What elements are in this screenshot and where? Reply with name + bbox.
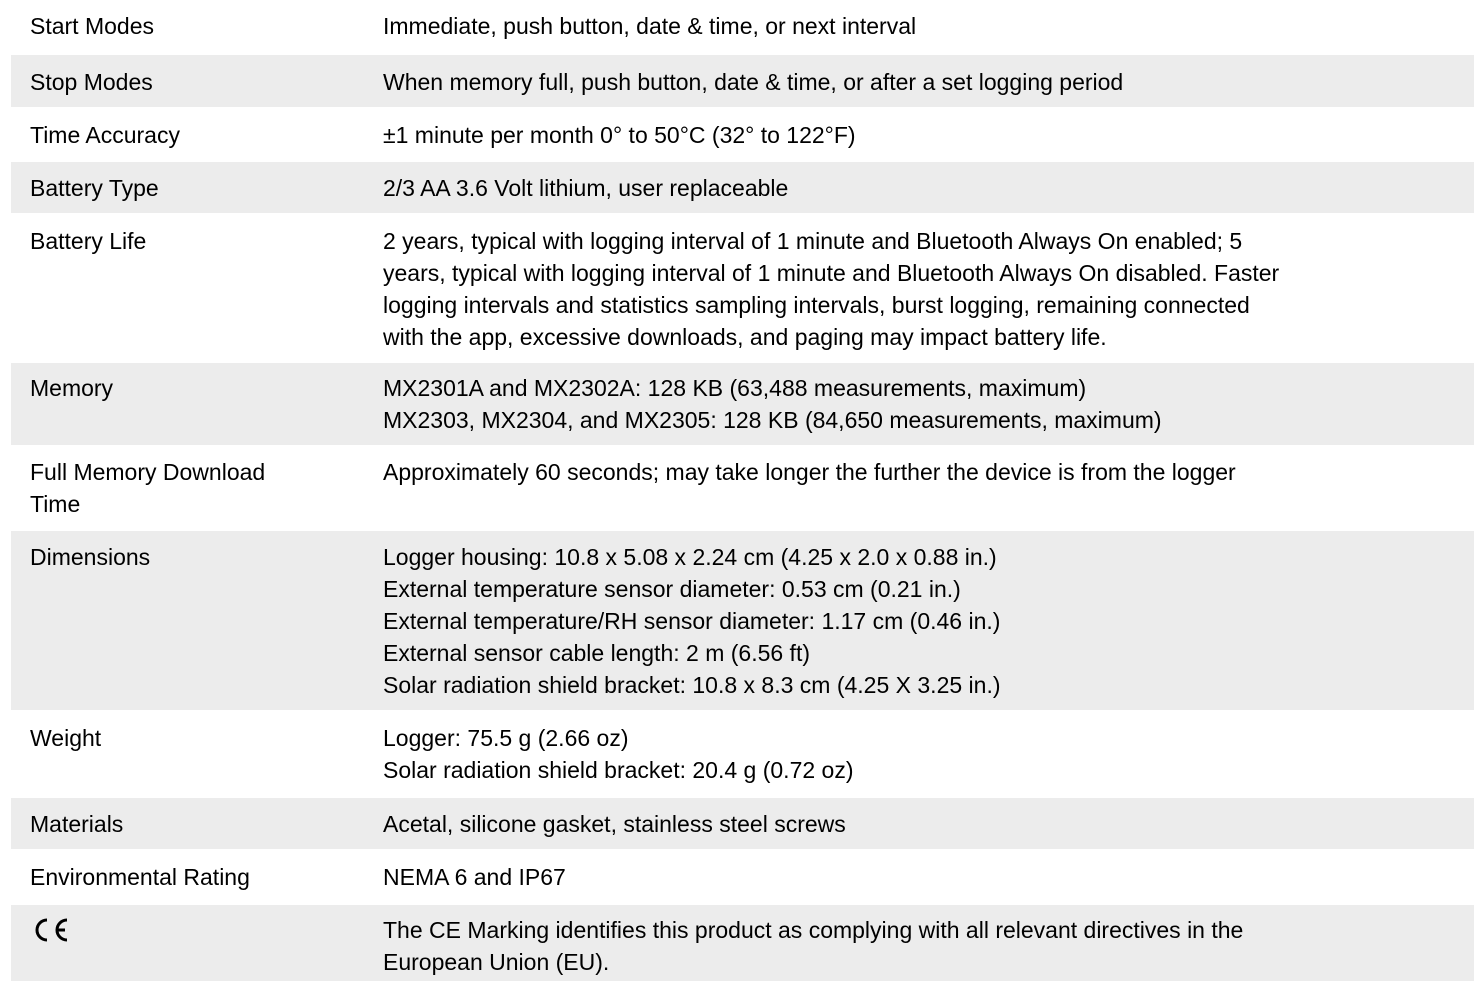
row-label: Memory bbox=[30, 375, 114, 401]
row-value: 2 years, typical with logging interval o… bbox=[383, 228, 1280, 350]
row-label bbox=[11, 914, 383, 978]
row-value: 2/3 AA 3.6 Volt lithium, user replaceabl… bbox=[383, 175, 789, 201]
row-start-modes: Start Modes Immediate, push button, date… bbox=[11, 0, 1474, 55]
row-label: Battery Type bbox=[30, 175, 159, 201]
row-label: Full Memory Download Time bbox=[30, 459, 266, 517]
row-label: Battery Life bbox=[30, 228, 147, 254]
row-battery-life: Battery Life 2 years, typical with loggi… bbox=[11, 215, 1474, 363]
row-label: Dimensions bbox=[30, 544, 151, 570]
row-materials: Materials Acetal, silicone gasket, stain… bbox=[11, 798, 1474, 851]
row-value: ±1 minute per month 0° to 50°C (32° to 1… bbox=[383, 122, 856, 148]
row-environmental-rating: Environmental Rating NEMA 6 and IP67 bbox=[11, 851, 1474, 905]
row-value: When memory full, push button, date & ti… bbox=[383, 69, 1124, 95]
row-stop-modes: Stop Modes When memory full, push button… bbox=[11, 55, 1474, 109]
row-weight: Weight Logger: 75.5 g (2.66 oz) Solar ra… bbox=[11, 712, 1474, 798]
row-label: Time Accuracy bbox=[30, 122, 180, 148]
row-value: Acetal, silicone gasket, stainless steel… bbox=[383, 811, 846, 837]
row-full-memory-download-time: Full Memory Download Time Approximately … bbox=[11, 447, 1474, 531]
row-value: NEMA 6 and IP67 bbox=[383, 864, 566, 890]
row-value: Immediate, push button, date & time, or … bbox=[383, 13, 917, 39]
row-label: Environmental Rating bbox=[30, 864, 250, 890]
row-value: Approximately 60 seconds; may take longe… bbox=[383, 459, 1236, 485]
spec-table: Start Modes Immediate, push button, date… bbox=[11, 0, 1474, 983]
row-label: Start Modes bbox=[30, 13, 154, 39]
row-label: Weight bbox=[30, 725, 102, 751]
row-value: The CE Marking identifies this product a… bbox=[383, 917, 1244, 975]
ce-marking-icon bbox=[35, 918, 68, 942]
row-dimensions: Dimensions Logger housing: 10.8 x 5.08 x… bbox=[11, 531, 1474, 712]
row-value: Logger housing: 10.8 x 5.08 x 2.24 cm (4… bbox=[383, 544, 1001, 698]
row-label: Stop Modes bbox=[30, 69, 153, 95]
row-label: Materials bbox=[30, 811, 124, 837]
row-value: Logger: 75.5 g (2.66 oz) Solar radiation… bbox=[383, 725, 854, 783]
row-time-accuracy: Time Accuracy ±1 minute per month 0° to … bbox=[11, 109, 1474, 162]
row-battery-type: Battery Type 2/3 AA 3.6 Volt lithium, us… bbox=[11, 162, 1474, 215]
row-ce-marking: The CE Marking identifies this product a… bbox=[11, 905, 1474, 983]
row-memory: Memory MX2301A and MX2302A: 128 KB (63,4… bbox=[11, 363, 1474, 447]
row-value: MX2301A and MX2302A: 128 KB (63,488 meas… bbox=[383, 375, 1162, 433]
